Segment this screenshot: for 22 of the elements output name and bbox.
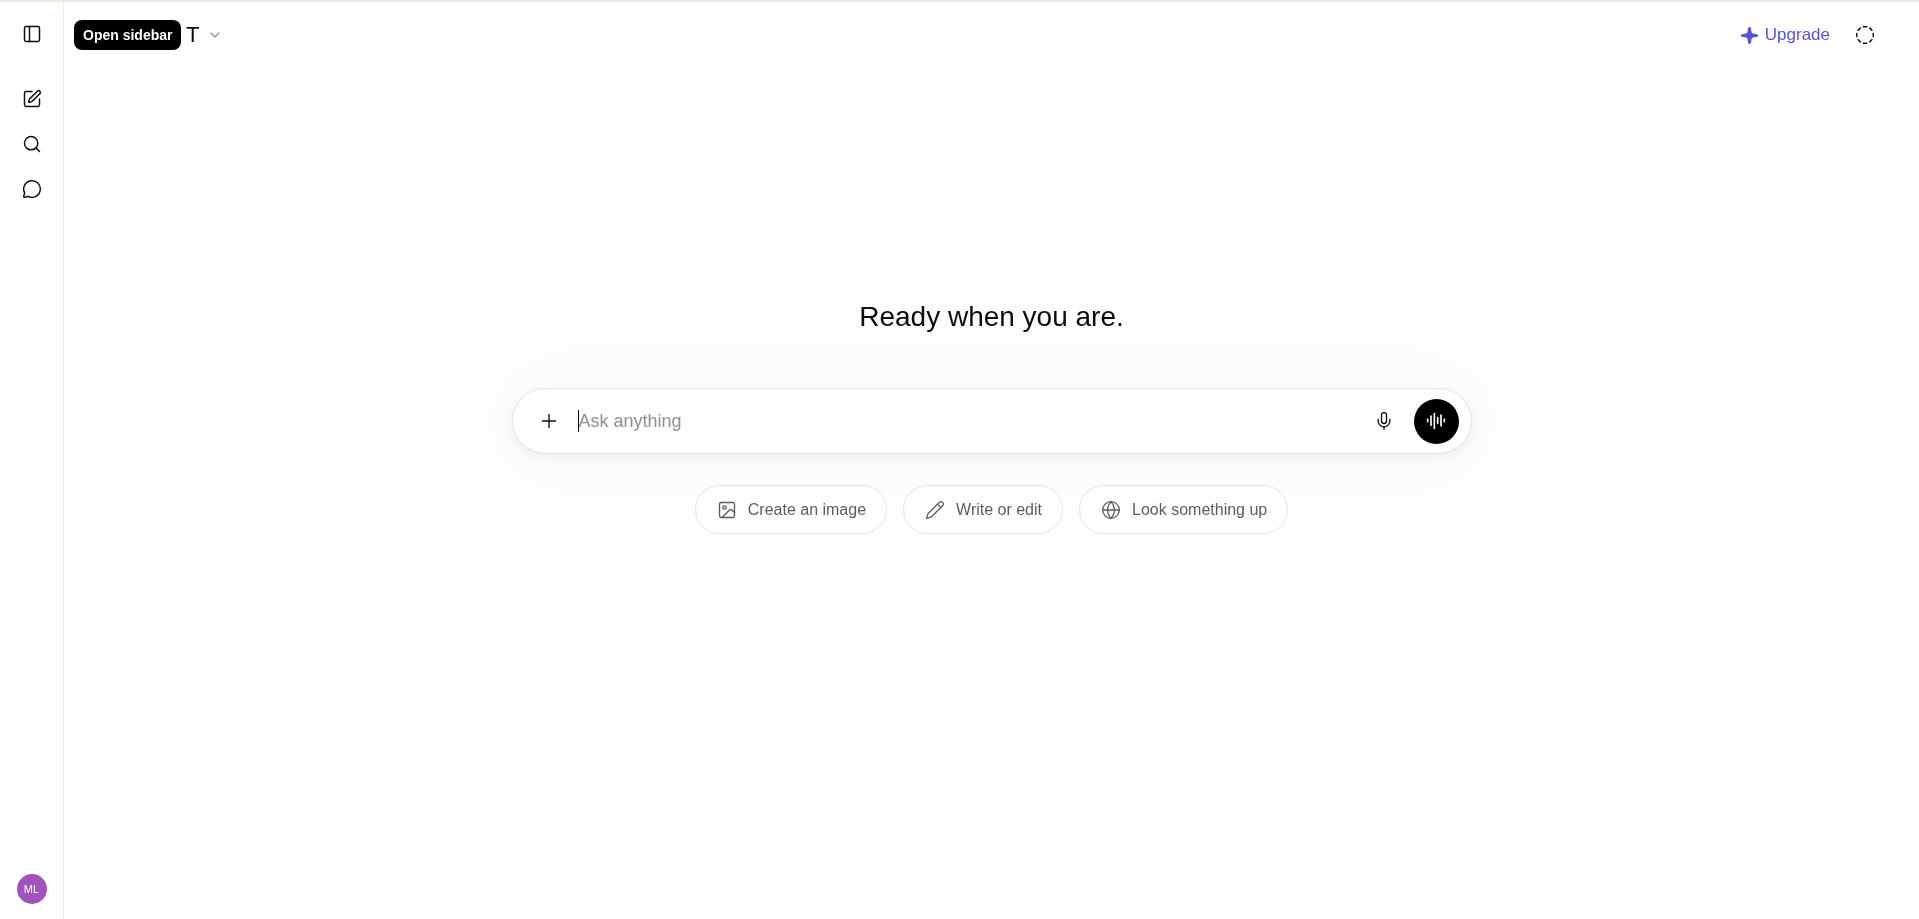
- speech-bubble-icon: [21, 179, 42, 199]
- dashed-circle-icon: [1855, 25, 1875, 45]
- headline: Ready when you are.: [859, 300, 1124, 334]
- suggestion-chip[interactable]: Look something up: [1079, 485, 1289, 534]
- upgrade-button[interactable]: Upgrade: [1739, 22, 1830, 48]
- suggestion-chip[interactable]: Create an image: [694, 485, 888, 534]
- sparkle-icon: [1739, 25, 1759, 45]
- message-input[interactable]: Ask anything: [578, 401, 1366, 441]
- tooltip: Open sidebar: [74, 20, 182, 50]
- text-cursor: [577, 410, 579, 432]
- model-selector-button[interactable]: T: [186, 24, 224, 46]
- suggestion-chip[interactable]: Write or edit: [903, 485, 1063, 534]
- chat-input-field[interactable]: Ask anything: [511, 388, 1472, 454]
- pencil-icon: [925, 499, 946, 520]
- square-pen-icon: [21, 89, 42, 109]
- search-icon: [21, 134, 42, 154]
- sound-wave-icon: [1426, 411, 1446, 431]
- sidebar-panel-icon: [21, 24, 42, 44]
- image-icon: [716, 499, 737, 520]
- voice-mode-button[interactable]: [1413, 398, 1459, 444]
- account-avatar-button[interactable]: ML: [16, 874, 47, 904]
- globe-icon: [1101, 499, 1121, 520]
